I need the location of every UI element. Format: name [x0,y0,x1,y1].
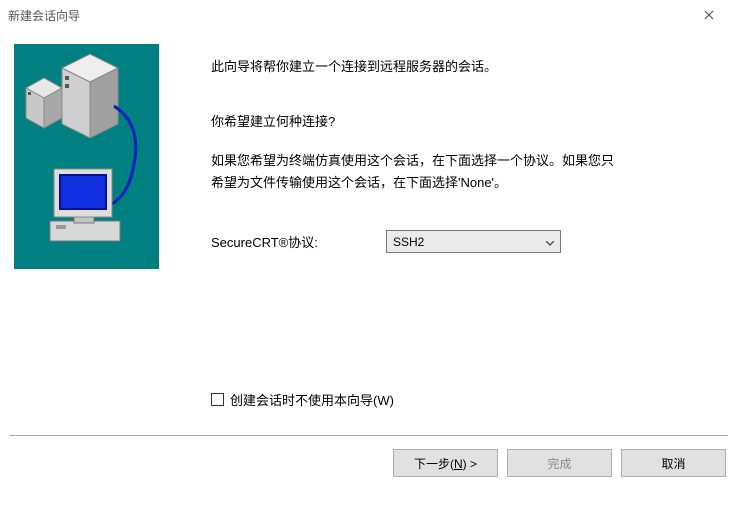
cancel-button-label: 取消 [661,455,685,472]
wizard-main: 此向导将帮你建立一个连接到远程服务器的会话。 你希望建立何种连接? 如果您希望为… [159,44,723,424]
intro-text: 此向导将帮你建立一个连接到远程服务器的会话。 [211,56,723,75]
close-button[interactable] [689,1,729,29]
wizard-illustration [14,44,159,269]
protocol-label: SecureCRT®协议: [211,232,386,251]
separator-line [9,435,728,436]
finish-button-label: 完成 [547,455,571,472]
hint-line-1: 如果您希望为终端仿真使用这个会话，在下面选择一个协议。如果您只 [211,153,614,168]
checkbox-box-icon [211,393,224,406]
cancel-button[interactable]: 取消 [621,449,726,477]
chevron-down-icon [546,235,554,249]
protocol-selected-value: SSH2 [393,235,424,249]
protocol-hint: 如果您希望为终端仿真使用这个会话，在下面选择一个协议。如果您只 希望为文件传输使… [211,150,723,194]
titlebar: 新建会话向导 [0,0,737,30]
protocol-select[interactable]: SSH2 [386,230,561,253]
close-icon [704,10,714,20]
button-bar: 下一步(N) > 完成 取消 [393,449,726,477]
finish-button: 完成 [507,449,612,477]
hint-line-2: 希望为文件传输使用这个会话，在下面选择'None'。 [211,175,507,190]
connection-question: 你希望建立何种连接? [211,111,723,130]
skip-wizard-label: 创建会话时不使用本向导(W) [230,390,394,409]
next-button[interactable]: 下一步(N) > [393,449,498,477]
next-button-label: 下一步(N) > [414,455,477,472]
skip-wizard-checkbox[interactable]: 创建会话时不使用本向导(W) [211,390,394,409]
window-title: 新建会话向导 [8,7,80,24]
